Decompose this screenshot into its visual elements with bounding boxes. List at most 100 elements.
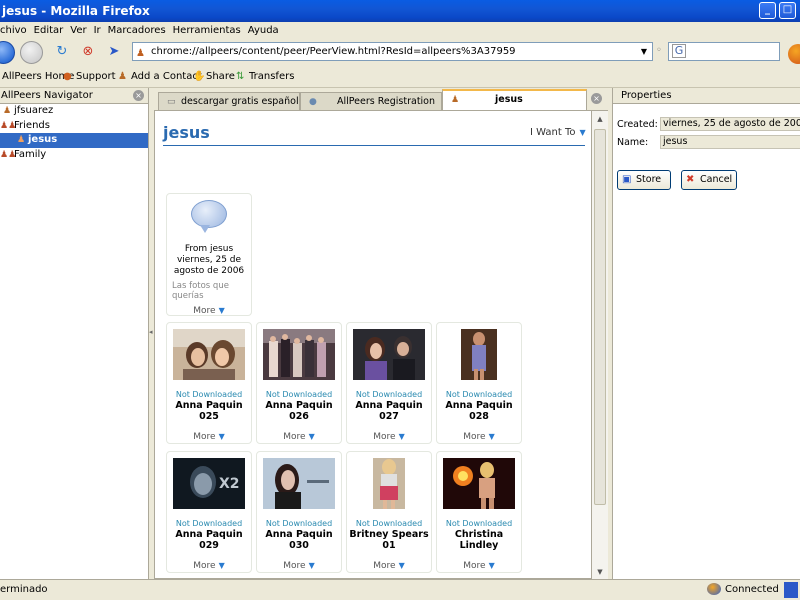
photo-thumbnail: X2: [173, 458, 245, 509]
more-button[interactable]: More ▼: [347, 432, 431, 442]
cancel-button[interactable]: ✖ Cancel: [681, 170, 737, 190]
tree-item-label: Family: [14, 148, 47, 160]
more-label: More: [283, 432, 306, 442]
bookmark-add-contact[interactable]: ♟ Add a Contact: [118, 66, 202, 88]
menu-herramientas[interactable]: Herramientas: [173, 25, 241, 36]
tab-descargar[interactable]: ▭ descargar gratis español ...: [158, 92, 300, 110]
more-button[interactable]: More ▼: [437, 432, 521, 442]
file-name: Anna Paquin 025: [175, 400, 243, 422]
menu-ver[interactable]: Ver: [70, 25, 86, 36]
file-card[interactable]: Not Downloaded Anna Paquin 027 More ▼: [346, 322, 432, 444]
navigator-header: AllPeers Navigator ×: [0, 88, 148, 104]
scroll-down-icon[interactable]: ▼: [592, 564, 608, 580]
tree-item-label: jfsuarez: [14, 105, 54, 116]
tab-allpeers-registration[interactable]: ● AllPeers Registration: [300, 92, 442, 110]
more-button[interactable]: More ▼: [167, 306, 251, 316]
tree-item-label: jesus: [28, 134, 58, 145]
connection-status[interactable]: Connected: [707, 580, 779, 599]
tree-item-jesus[interactable]: ♟ jesus: [0, 133, 148, 148]
peer-name-heading: jesus: [163, 123, 210, 142]
page-icon: ▭: [167, 97, 176, 107]
i-want-to-menu[interactable]: I Want To ▼: [530, 127, 586, 138]
more-button[interactable]: More ▼: [167, 561, 251, 571]
file-card[interactable]: Not Downloaded Anna Paquin 030 More ▼: [256, 451, 342, 573]
user-icon: ♟: [16, 135, 26, 145]
scroll-thumb[interactable]: [594, 129, 606, 505]
store-button[interactable]: ▣ Store: [617, 170, 671, 190]
url-dropdown-icon[interactable]: ▼: [637, 44, 651, 59]
bookmark-label: Share: [206, 71, 235, 82]
bookmark-share[interactable]: ✋Share: [193, 66, 235, 88]
message-date: viernes, 25 de agosto de 2006: [173, 255, 245, 276]
more-button[interactable]: More ▼: [437, 561, 521, 571]
download-status: Not Downloaded: [445, 519, 513, 528]
message-bubble-tail: [200, 225, 210, 233]
minimize-button[interactable]: _: [759, 2, 776, 19]
more-button[interactable]: More ▼: [167, 432, 251, 442]
file-card[interactable]: Not Downloaded Anna Paquin 028 More ▼: [436, 322, 522, 444]
file-card[interactable]: X2 Not Downloaded Anna Paquin 029 More ▼: [166, 451, 252, 573]
menu-ir[interactable]: Ir: [94, 25, 101, 36]
more-label: More: [193, 306, 216, 316]
title-bar: jesus - Mozilla Firefox _ □: [0, 0, 800, 22]
connection-label: Connected: [725, 584, 779, 595]
close-navigator-icon[interactable]: ×: [133, 90, 144, 101]
download-status: Not Downloaded: [265, 519, 333, 528]
tab-label: AllPeers Registration: [337, 96, 436, 107]
bookmark-label: Add a Contact: [131, 71, 202, 82]
more-button[interactable]: More ▼: [347, 561, 431, 571]
url-input[interactable]: ♟ chrome://allpeers/content/peer/PeerVie…: [132, 42, 653, 61]
add-contact-icon: ♟: [118, 71, 127, 82]
stop-icon[interactable]: ⊗: [80, 44, 96, 60]
created-label: Created:: [617, 119, 658, 130]
bookmark-transfers[interactable]: ⇅ Transfers: [236, 66, 294, 88]
forward-button[interactable]: [20, 41, 43, 64]
i-want-to-label: I Want To: [530, 127, 576, 138]
tree-item-family[interactable]: ♟♟Family: [0, 148, 148, 163]
close-tab-icon[interactable]: ×: [591, 93, 602, 104]
back-button[interactable]: [0, 41, 15, 64]
more-label: More: [373, 561, 396, 571]
photo-thumbnail: [263, 458, 335, 509]
maximize-button[interactable]: □: [779, 2, 796, 19]
home-icon[interactable]: ➤: [106, 44, 122, 60]
google-search-icon[interactable]: G: [672, 44, 686, 58]
tree-item-friends[interactable]: ♟♟Friends: [0, 119, 148, 134]
file-card[interactable]: Not Downloaded Christina Lindley More ▼: [436, 451, 522, 573]
tab-jesus[interactable]: ♟ jesus: [442, 89, 587, 111]
cancel-label: Cancel: [700, 174, 733, 185]
splitter-grip-icon: ◂: [149, 328, 153, 336]
group-icon: ♟♟: [0, 149, 17, 160]
photo-thumbnail: [443, 329, 515, 380]
search-input[interactable]: G: [668, 42, 780, 61]
file-name: Britney Spears 01: [349, 529, 429, 551]
message-card[interactable]: From jesus viernes, 25 de agosto de 2006 …: [166, 193, 252, 316]
menu-marcadores[interactable]: Marcadores: [108, 25, 166, 36]
name-field[interactable]: jesus: [660, 135, 800, 149]
url-text: chrome://allpeers/content/peer/PeerView.…: [151, 46, 516, 57]
chevron-down-icon: ▼: [218, 432, 225, 441]
menu-archivo[interactable]: chivo: [0, 25, 27, 36]
support-icon: ●: [63, 71, 72, 82]
more-button[interactable]: More ▼: [257, 432, 341, 442]
menu-ayuda[interactable]: Ayuda: [248, 25, 279, 36]
vertical-scrollbar[interactable]: ▲ ▼: [592, 110, 608, 579]
more-label: More: [193, 432, 216, 442]
menu-editar[interactable]: Editar: [34, 25, 64, 36]
file-card[interactable]: Not Downloaded Anna Paquin 026 More ▼: [256, 322, 342, 444]
file-card[interactable]: Not Downloaded Britney Spears 01 More ▼: [346, 451, 432, 573]
scroll-up-icon[interactable]: ▲: [592, 111, 608, 127]
go-icon[interactable]: ◦: [656, 45, 662, 56]
tab-label: jesus: [495, 94, 523, 105]
more-label: More: [283, 561, 306, 571]
chevron-down-icon: ▼: [218, 306, 225, 315]
created-field: viernes, 25 de agosto de 2006: [660, 117, 800, 131]
user-icon: ♟: [2, 106, 12, 116]
more-button[interactable]: More ▼: [257, 561, 341, 571]
file-card[interactable]: Not Downloaded Anna Paquin 025 More ▼: [166, 322, 252, 444]
tree-item-jfsuarez[interactable]: ♟ jfsuarez: [0, 104, 148, 119]
reload-icon[interactable]: ↻: [54, 44, 70, 60]
user-icon: ♟: [451, 95, 460, 105]
status-icon: [784, 582, 798, 598]
bookmark-support[interactable]: ● Support: [63, 66, 116, 88]
